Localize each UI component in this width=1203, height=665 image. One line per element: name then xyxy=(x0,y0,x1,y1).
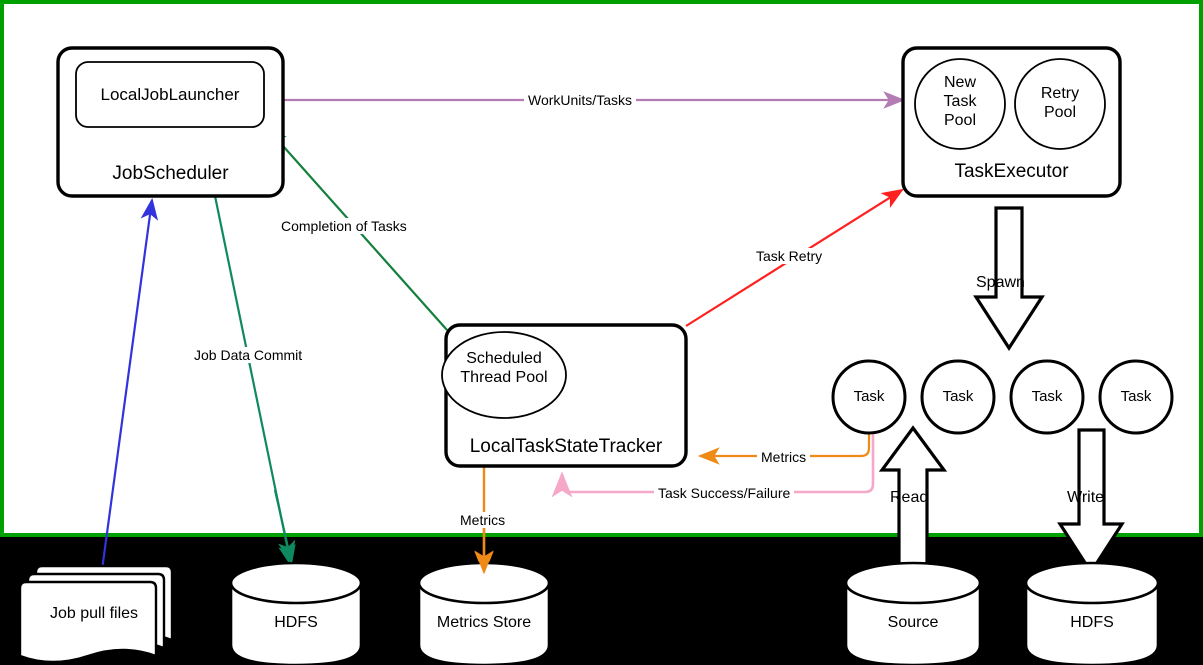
edge-label-task-success-failure: Task Success/Failure xyxy=(654,485,795,501)
job-scheduler-label: JobScheduler xyxy=(112,163,229,184)
scheduled-thread-pool-line-1: Scheduled xyxy=(466,350,542,367)
scheduled-thread-pool-label: Scheduled Thread Pool xyxy=(442,350,566,388)
edge-label-task-retry: Task Retry xyxy=(752,248,827,264)
new-task-pool-label: New Task Pool xyxy=(915,74,1005,131)
edge-label-metrics-to-store: Metrics xyxy=(456,512,510,528)
edge-label-metrics-to-tracker: Metrics xyxy=(757,449,811,465)
task-executor-label: TaskExecutor xyxy=(954,161,1069,182)
storage-band xyxy=(0,537,1203,665)
retry-pool-line-1: Retry xyxy=(1040,85,1080,102)
edge-label-job-data-commit: Job Data Commit xyxy=(190,347,307,363)
local-task-state-tracker-label: LocalTaskStateTracker xyxy=(469,436,663,457)
scheduled-thread-pool-line-2: Thread Pool xyxy=(460,368,548,386)
store-job-pull-files-label: Job pull files xyxy=(49,605,139,622)
edge-label-workunits-tasks: WorkUnits/Tasks xyxy=(524,92,636,108)
block-arrow-label-read: Read xyxy=(890,489,929,506)
edge-label-completion-of-tasks: Completion of Tasks xyxy=(277,218,411,234)
store-hdfs-left-label: HDFS xyxy=(274,614,318,631)
local-job-launcher-label: LocalJobLauncher xyxy=(100,85,240,104)
block-arrow-label-write: Write xyxy=(1067,489,1105,506)
task-1-label: Task xyxy=(942,388,974,405)
new-task-pool-line-3: Pool xyxy=(943,111,977,129)
store-metrics-store-label: Metrics Store xyxy=(436,614,532,631)
retry-pool-line-2: Pool xyxy=(1043,103,1077,121)
diagram-canvas: JobScheduler LocalJobLauncher TaskExecut… xyxy=(0,0,1203,665)
task-2-label: Task xyxy=(1031,388,1063,405)
store-hdfs-right-label: HDFS xyxy=(1070,614,1114,631)
task-3-label: Task xyxy=(1120,388,1152,405)
block-arrow-label-spawn: Spawn xyxy=(976,274,1025,291)
task-0-label: Task xyxy=(853,388,885,405)
retry-pool-label: Retry Pool xyxy=(1015,85,1105,123)
new-task-pool-line-2: Task xyxy=(943,92,977,110)
store-source-label: Source xyxy=(887,614,939,631)
new-task-pool-line-1: New xyxy=(943,74,976,91)
